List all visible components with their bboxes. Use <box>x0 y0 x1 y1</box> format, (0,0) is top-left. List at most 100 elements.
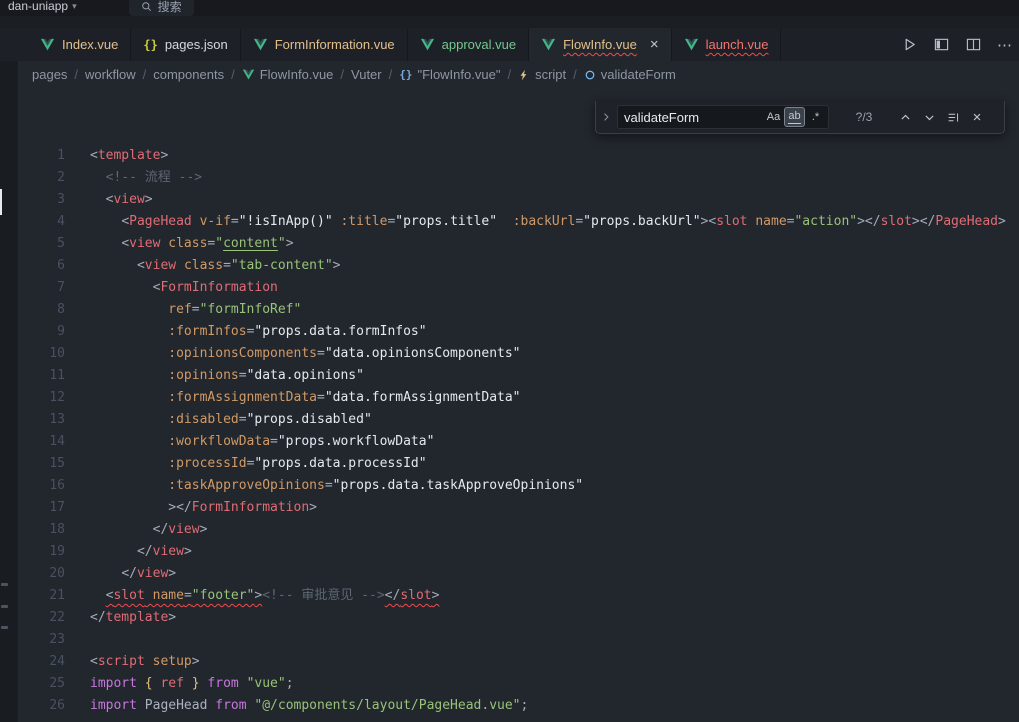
whole-word-toggle[interactable]: ab <box>784 107 805 127</box>
line-number: 7 <box>18 277 65 299</box>
code-line[interactable]: 2 <!-- 流程 --> <box>18 167 1019 189</box>
line-number: 13 <box>18 409 65 431</box>
breadcrumb-separator: / <box>573 67 577 82</box>
code-line[interactable]: 19 </view> <box>18 541 1019 563</box>
line-number: 25 <box>18 673 65 695</box>
breadcrumb-item-pages[interactable]: pages <box>32 67 67 82</box>
breadcrumb-item-validateform[interactable]: validateForm <box>584 67 676 82</box>
tab-flowinfo-vue[interactable]: FlowInfo.vue × <box>529 28 671 61</box>
code-line[interactable]: 26import PageHead from "@/components/lay… <box>18 695 1019 717</box>
breadcrumb-item-script[interactable]: script <box>518 67 566 82</box>
breadcrumb-separator: / <box>143 67 147 82</box>
code-line-content: <PageHead v-if="!isInApp()" :title="prop… <box>90 211 1006 233</box>
find-input[interactable] <box>624 110 763 125</box>
toggle-replace-chevron[interactable] <box>598 111 613 123</box>
tab-index-vue[interactable]: Index.vue <box>28 28 131 61</box>
line-number: 24 <box>18 651 65 673</box>
code-line-content: <view> <box>90 189 153 211</box>
breadcrumb-item-vuter[interactable]: Vuter <box>351 67 382 82</box>
code-line[interactable]: 8 ref="formInfoRef" <box>18 299 1019 321</box>
code-line[interactable]: 3 <view> <box>18 189 1019 211</box>
braces-icon: {} <box>399 68 412 81</box>
find-widget: Aa ab .* ?/3 × <box>595 101 1005 134</box>
tab-label: FormInformation.vue <box>275 37 395 52</box>
previous-match-button[interactable] <box>895 107 915 127</box>
code-line[interactable]: 10 :opinionsComponents="data.opinionsCom… <box>18 343 1019 365</box>
editor-actions: ⋯ <box>899 28 1019 61</box>
code-line-content: </view> <box>90 541 192 563</box>
line-number: 6 <box>18 255 65 277</box>
next-match-button[interactable] <box>919 107 939 127</box>
code-line[interactable]: 14 :workflowData="props.workflowData" <box>18 431 1019 453</box>
code-line[interactable]: 12 :formAssignmentData="data.formAssignm… <box>18 387 1019 409</box>
code-line[interactable]: 4 <PageHead v-if="!isInApp()" :title="pr… <box>18 211 1019 233</box>
code-line-content: :processId="props.data.processId" <box>90 453 427 475</box>
code-line[interactable]: 9 :formInfos="props.data.formInfos" <box>18 321 1019 343</box>
breadcrumb-item-components[interactable]: components <box>153 67 224 82</box>
toggle-layout-button[interactable] <box>931 35 951 55</box>
code-line[interactable]: 20 </view> <box>18 563 1019 585</box>
line-number: 14 <box>18 431 65 453</box>
split-editor-button[interactable] <box>963 35 983 55</box>
search-icon <box>141 1 152 12</box>
code-line[interactable]: 21 <slot name="footer"><!-- 审批意见 --></sl… <box>18 585 1019 607</box>
vue-file-icon <box>541 37 556 52</box>
close-tab-icon[interactable]: × <box>650 37 659 52</box>
code-line[interactable]: 7 <FormInformation <box>18 277 1019 299</box>
line-number: 23 <box>18 629 65 651</box>
project-menu[interactable]: dan-uniapp ▾ <box>8 0 77 13</box>
vue-file-icon <box>40 37 55 52</box>
close-find-widget-button[interactable]: × <box>967 107 987 127</box>
code-line-content: import { ref } from "vue"; <box>90 673 294 695</box>
tab-forminformation-vue[interactable]: FormInformation.vue <box>241 28 408 61</box>
code-line-content: ref="formInfoRef" <box>90 299 301 321</box>
code-line-content: :taskApproveOpinions="props.data.taskApp… <box>90 475 583 497</box>
code-line[interactable]: 25 import { ref } from "vue"; <box>18 673 1019 695</box>
tab-label: pages.json <box>165 37 228 52</box>
title-bar: dan-uniapp ▾ 搜索 <box>0 0 1019 16</box>
tab-label: FlowInfo.vue <box>563 37 637 52</box>
line-number: 17 <box>18 497 65 519</box>
more-actions-button[interactable]: ⋯ <box>995 35 1015 55</box>
code-line[interactable]: 24<script setup> <box>18 651 1019 673</box>
breadcrumb-item-workflow[interactable]: workflow <box>85 67 136 82</box>
code-line-content: </view> <box>90 563 176 585</box>
code-line[interactable]: 17 ></FormInformation> <box>18 497 1019 519</box>
breadcrumb-item-flowinfo-vue[interactable]: {}"FlowInfo.vue" <box>399 67 500 82</box>
vue-file-icon <box>684 37 699 52</box>
breadcrumb-separator: / <box>74 67 78 82</box>
code-line-content: <template> <box>90 145 168 167</box>
tab-label: Index.vue <box>62 37 118 52</box>
vue-file-icon <box>420 37 435 52</box>
find-in-selection-button[interactable] <box>943 107 963 127</box>
match-case-toggle[interactable]: Aa <box>763 107 784 127</box>
code-line[interactable]: 23 <box>18 629 1019 651</box>
code-line[interactable]: 6 <view class="tab-content"> <box>18 255 1019 277</box>
method-icon <box>584 69 596 81</box>
code-line[interactable]: 22</template> <box>18 607 1019 629</box>
code-area[interactable]: 1<template>2 <!-- 流程 -->3 <view>4 <PageH… <box>18 145 1019 717</box>
chevron-down-icon: ▾ <box>72 1 77 12</box>
code-line[interactable]: 13 :disabled="props.disabled" <box>18 409 1019 431</box>
code-line[interactable]: 16 :taskApproveOpinions="props.data.task… <box>18 475 1019 497</box>
code-line-content: :disabled="props.disabled" <box>90 409 372 431</box>
breadcrumb-item-flowinfo-vue[interactable]: FlowInfo.vue <box>242 67 334 82</box>
tab-approval-vue[interactable]: approval.vue <box>408 28 529 61</box>
run-file-button[interactable] <box>899 35 919 55</box>
code-line[interactable]: 18 </view> <box>18 519 1019 541</box>
regex-toggle[interactable]: .* <box>805 107 826 127</box>
code-line[interactable]: 11 :opinions="data.opinions" <box>18 365 1019 387</box>
global-search-box[interactable]: 搜索 <box>129 0 194 16</box>
code-line[interactable]: 1<template> <box>18 145 1019 167</box>
tab-launch-vue[interactable]: launch.vue <box>672 28 782 61</box>
line-number: 22 <box>18 607 65 629</box>
line-number: 2 <box>18 167 65 189</box>
code-line-content: :opinions="data.opinions" <box>90 365 364 387</box>
json-file-icon: {} <box>143 38 157 52</box>
find-results-count: ?/3 <box>841 110 887 124</box>
code-line[interactable]: 15 :processId="props.data.processId" <box>18 453 1019 475</box>
code-line[interactable]: 5 <view class="content"> <box>18 233 1019 255</box>
event-icon <box>518 69 530 81</box>
code-line-content: :workflowData="props.workflowData" <box>90 431 434 453</box>
tab-pages-json[interactable]: {} pages.json <box>131 28 240 61</box>
